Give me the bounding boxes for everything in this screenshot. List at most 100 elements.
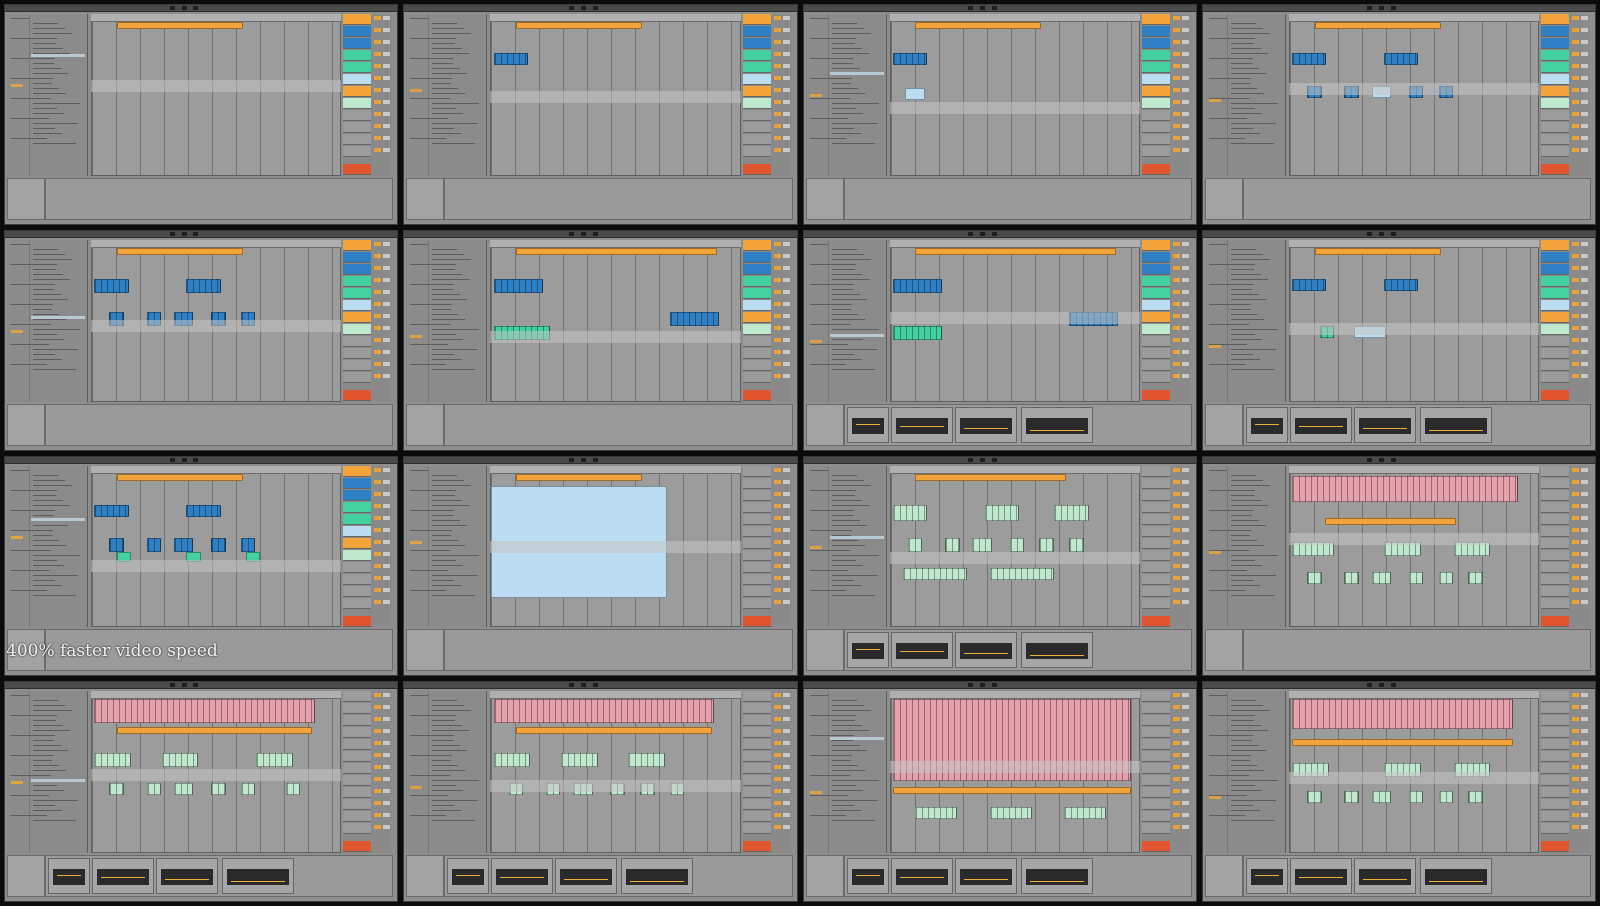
track-header[interactable] — [1141, 715, 1170, 727]
browser-item[interactable] — [831, 479, 864, 481]
track-solo-button[interactable] — [1581, 587, 1588, 592]
audio-clip[interactable] — [1408, 571, 1424, 584]
audio-clip[interactable] — [146, 537, 162, 552]
track-activator-button[interactable] — [1572, 289, 1579, 294]
track-solo-button[interactable] — [1181, 88, 1189, 92]
browser-item[interactable] — [432, 780, 480, 782]
track-header[interactable] — [1141, 537, 1170, 549]
record-button[interactable] — [592, 457, 598, 462]
browser-item[interactable] — [1230, 273, 1261, 275]
track-activator-button[interactable] — [1172, 717, 1180, 722]
track-solo-button[interactable] — [383, 349, 391, 354]
track-activator-button[interactable] — [374, 64, 382, 68]
browser-item[interactable] — [1230, 800, 1276, 802]
browser-item[interactable] — [432, 770, 466, 772]
track-activator-button[interactable] — [1572, 789, 1579, 794]
track-solo-button[interactable] — [1581, 777, 1588, 782]
track-header[interactable] — [742, 703, 771, 715]
browser-item[interactable] — [432, 133, 462, 134]
track-solo-button[interactable] — [1181, 693, 1189, 698]
track-activator-button[interactable] — [773, 765, 781, 770]
track-header[interactable] — [1141, 775, 1170, 787]
timeline-ruler[interactable] — [91, 239, 342, 248]
browser-item[interactable] — [1230, 28, 1263, 29]
track-solo-button[interactable] — [1181, 813, 1189, 818]
browser-item[interactable] — [11, 118, 49, 119]
browser-item[interactable] — [33, 358, 62, 360]
browser-item[interactable] — [1230, 248, 1256, 250]
track-solo-button[interactable] — [782, 88, 790, 92]
timeline-ruler[interactable] — [91, 691, 342, 700]
browser-item[interactable] — [1208, 243, 1227, 245]
browser-item[interactable] — [11, 509, 55, 511]
track-activator-button[interactable] — [773, 467, 781, 472]
track-activator-button[interactable] — [374, 527, 382, 532]
browser-selected-item[interactable] — [829, 737, 884, 741]
browser-item[interactable] — [831, 484, 871, 486]
track-solo-button[interactable] — [383, 825, 391, 830]
track-activator-button[interactable] — [773, 373, 781, 378]
audio-clip[interactable] — [1314, 22, 1441, 29]
audio-clip[interactable] — [1292, 278, 1327, 291]
browser-item[interactable] — [809, 755, 852, 757]
track-solo-button[interactable] — [782, 717, 790, 722]
track-header[interactable] — [742, 359, 771, 371]
browser-item[interactable] — [809, 569, 848, 571]
track-header[interactable] — [343, 715, 372, 727]
audio-device[interactable] — [1419, 858, 1492, 894]
track-header[interactable] — [343, 299, 372, 311]
record-button[interactable] — [1391, 231, 1397, 236]
browser-item[interactable] — [1230, 333, 1255, 335]
browser-item[interactable] — [432, 745, 461, 747]
track-header[interactable] — [1141, 823, 1170, 835]
browser-item[interactable] — [410, 589, 447, 591]
track-activator-button[interactable] — [374, 599, 382, 604]
audio-clip[interactable] — [915, 473, 1067, 481]
record-button[interactable] — [592, 683, 598, 688]
browser-item[interactable] — [1230, 313, 1257, 315]
track-solo-button[interactable] — [1581, 801, 1588, 806]
track-activator-button[interactable] — [1172, 265, 1180, 270]
track-header[interactable] — [742, 477, 771, 489]
browser-item[interactable] — [432, 479, 465, 481]
track-activator-button[interactable] — [374, 325, 382, 330]
browser-item[interactable] — [831, 725, 862, 727]
track-header[interactable] — [343, 287, 372, 299]
track-solo-button[interactable] — [383, 124, 391, 128]
browser-item[interactable] — [33, 800, 78, 802]
track-header[interactable] — [1541, 275, 1569, 287]
browser-item[interactable] — [11, 775, 51, 777]
track-header[interactable] — [1141, 263, 1170, 275]
browser-item[interactable] — [432, 328, 480, 330]
browser-item[interactable] — [831, 353, 854, 355]
track-solo-button[interactable] — [1181, 289, 1189, 294]
track-solo-button[interactable] — [782, 16, 790, 20]
audio-device[interactable] — [447, 858, 490, 894]
browser-item[interactable] — [432, 43, 456, 44]
track-activator-button[interactable] — [1572, 813, 1579, 818]
browser-item[interactable] — [1230, 544, 1264, 546]
track-solo-button[interactable] — [1581, 515, 1588, 520]
browser-item[interactable] — [33, 805, 55, 807]
master-track-header[interactable] — [1141, 615, 1170, 627]
browser-item[interactable] — [33, 68, 61, 69]
track-solo-button[interactable] — [383, 52, 391, 56]
track-solo-button[interactable] — [383, 777, 391, 782]
browser-item[interactable] — [831, 313, 858, 315]
track-header[interactable] — [343, 739, 372, 751]
browser-item[interactable] — [831, 524, 867, 526]
track-activator-button[interactable] — [1172, 467, 1180, 472]
track-header[interactable] — [742, 26, 771, 37]
track-header[interactable] — [343, 501, 372, 513]
track-header[interactable] — [1141, 787, 1170, 799]
track-activator-button[interactable] — [374, 693, 382, 698]
browser-item[interactable] — [33, 579, 55, 581]
timeline-ruler[interactable] — [490, 691, 741, 700]
browser-item[interactable] — [1230, 820, 1274, 822]
browser-item[interactable] — [1230, 750, 1266, 752]
browser-item[interactable] — [809, 343, 848, 345]
track-solo-button[interactable] — [782, 813, 790, 818]
track-header[interactable] — [1541, 26, 1569, 37]
track-solo-button[interactable] — [1581, 599, 1588, 604]
track-header[interactable] — [742, 14, 771, 25]
